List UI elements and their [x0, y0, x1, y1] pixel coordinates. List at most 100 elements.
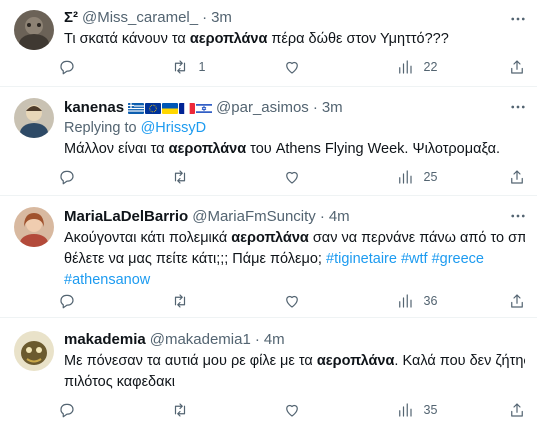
- tweet[interactable]: makademia @makademia1 · 4m Με πόνεσαν τα…: [0, 319, 537, 432]
- tweet-actions: 36: [58, 290, 528, 312]
- replying-to: Replying to @HrissyD: [64, 119, 525, 138]
- retweet-arrows-icon: [174, 170, 185, 184]
- timestamp[interactable]: 4m: [264, 330, 285, 350]
- share-button[interactable]: [508, 58, 528, 76]
- views-button[interactable]: 35: [396, 401, 486, 419]
- retweet-button[interactable]: [171, 292, 261, 310]
- views-button[interactable]: 25: [396, 168, 486, 186]
- avatar[interactable]: [14, 10, 54, 50]
- hashtag-link[interactable]: #athensanow: [64, 272, 150, 288]
- heart-icon: [286, 171, 298, 184]
- tweet-text: Τι σκατά κάνουν τα αεροπλάνα πέρα δώθε σ…: [64, 30, 525, 49]
- avatar[interactable]: [14, 98, 54, 138]
- tweet-actions: 1 22: [58, 56, 528, 78]
- greece-flag-icon: [128, 102, 145, 114]
- user-handle[interactable]: @par_asimos: [216, 98, 309, 118]
- text-segment: Τι σκατά κάνουν τα: [64, 31, 190, 47]
- separator-dot: ·: [312, 99, 318, 116]
- bar-chart-icon: [398, 60, 412, 74]
- tweet-header: makademia @makademia1 · 4m: [64, 330, 525, 350]
- like-button[interactable]: [283, 401, 373, 419]
- tweet-header: kanenas @par_asimos · 3m: [64, 98, 525, 118]
- text-segment: του Athens Flying Week. Ψιλοτρομαξα.: [246, 141, 500, 157]
- more-dots-icon[interactable]: [509, 207, 527, 225]
- tweet-text: Μάλλον είναι τα αεροπλάνα του Athens Fly…: [64, 140, 525, 159]
- user-handle[interactable]: @Miss_caramel_: [82, 8, 198, 28]
- retweet-arrows-icon: [174, 294, 185, 308]
- timestamp[interactable]: 3m: [211, 8, 232, 28]
- avatar[interactable]: [14, 331, 54, 371]
- highlighted-keyword: αεροπλάνα: [231, 230, 309, 246]
- tweet-text-line: #athensanow: [64, 271, 525, 290]
- text-segment: σαν να περνάνε πάνω από το σπίτι...: [312, 230, 525, 246]
- share-button[interactable]: [508, 168, 528, 186]
- tweet[interactable]: Σ² @Miss_caramel_ · 3m Τι σκατά κάνουν τ…: [0, 0, 537, 87]
- display-name[interactable]: MariaLaDelBarrio: [64, 207, 188, 227]
- retweet-count: 1: [198, 60, 206, 74]
- more-dots-icon[interactable]: [509, 10, 527, 28]
- timestamp[interactable]: 4m: [329, 207, 350, 227]
- user-handle[interactable]: @MariaFmSuncity: [192, 207, 316, 227]
- retweet-button[interactable]: [171, 168, 261, 186]
- replying-to-label: Replying to: [64, 120, 141, 136]
- tweet[interactable]: kanenas @par_asimos · 3m Replying to @Hr…: [0, 88, 537, 196]
- highlighted-keyword: αεροπλάνα: [316, 353, 395, 369]
- timestamp[interactable]: 3m: [322, 98, 343, 118]
- speech-bubble-icon: [60, 403, 74, 418]
- display-name[interactable]: Σ²: [64, 8, 78, 28]
- reply-button[interactable]: [58, 401, 148, 419]
- tweet-text: Ακούγονται κάτι πολεμικά αεροπλάνα σαν ν…: [64, 229, 525, 248]
- share-button[interactable]: [508, 401, 528, 419]
- bar-chart-icon: [398, 403, 412, 417]
- highlighted-keyword: αεροπλάνα: [168, 141, 247, 157]
- views-button[interactable]: 36: [396, 292, 486, 310]
- like-button[interactable]: [283, 58, 373, 76]
- views-button[interactable]: 22: [396, 58, 486, 76]
- like-button[interactable]: [283, 292, 373, 310]
- flag-emojis: [128, 102, 213, 114]
- share-upload-icon: [511, 60, 523, 74]
- speech-bubble-icon: [60, 170, 74, 185]
- tweet-actions: 35: [58, 399, 528, 421]
- speech-bubble-icon: [60, 294, 74, 309]
- separator-dot: ·: [202, 9, 208, 26]
- text-segment: θέλετε να μας πείτε κάτι;;; Πάμε πόλεμο;: [64, 251, 326, 267]
- view-count: 22: [423, 60, 438, 74]
- display-name[interactable]: makademia: [64, 330, 146, 350]
- tweet[interactable]: MariaLaDelBarrio @MariaFmSuncity · 4m Ακ…: [0, 197, 537, 318]
- view-count: 25: [423, 170, 438, 184]
- text-segment: . Καλά που δεν ζήτησε ο: [394, 353, 525, 369]
- text-segment: Μάλλον είναι τα: [64, 141, 169, 157]
- european-union-flag-icon: [145, 102, 162, 114]
- user-handle[interactable]: @makademia1: [150, 330, 251, 350]
- hashtag-link[interactable]: #greece: [432, 251, 484, 267]
- hashtag-link[interactable]: #wtf: [401, 251, 428, 267]
- retweet-button[interactable]: 1: [171, 58, 261, 76]
- tweet-actions: 25: [58, 166, 528, 188]
- ukraine-flag-icon: [162, 102, 179, 114]
- reply-button[interactable]: [58, 292, 148, 310]
- share-button[interactable]: [508, 292, 528, 310]
- tweet-feed: Σ² @Miss_caramel_ · 3m Τι σκατά κάνουν τ…: [0, 0, 537, 432]
- more-dots-icon[interactable]: [509, 98, 527, 116]
- retweet-button[interactable]: [171, 401, 261, 419]
- display-name[interactable]: kanenas: [64, 98, 124, 118]
- france-flag-icon: [179, 102, 196, 114]
- text-segment: πέρα δώθε στον Υμηττό???: [267, 31, 449, 47]
- like-button[interactable]: [283, 168, 373, 186]
- tweet-text-line: πιλότος καφεδακι: [64, 373, 525, 392]
- share-upload-icon: [511, 170, 523, 184]
- speech-bubble-icon: [60, 60, 74, 75]
- share-upload-icon: [511, 294, 523, 308]
- text-segment: Με πόνεσαν τα αυτιά μου ρε φίλε με τα: [64, 353, 317, 369]
- avatar[interactable]: [14, 207, 54, 247]
- hashtag-link[interactable]: #tiginetaire: [326, 251, 397, 267]
- separator-dot: ·: [254, 331, 260, 348]
- tweet-header: MariaLaDelBarrio @MariaFmSuncity · 4m: [64, 207, 525, 227]
- view-count: 36: [423, 294, 438, 308]
- tweet-text: Με πόνεσαν τα αυτιά μου ρε φίλε με τα αε…: [64, 352, 525, 371]
- mention-link[interactable]: @HrissyD: [141, 120, 206, 136]
- reply-button[interactable]: [58, 58, 148, 76]
- reply-button[interactable]: [58, 168, 148, 186]
- retweet-arrows-icon: [174, 403, 185, 417]
